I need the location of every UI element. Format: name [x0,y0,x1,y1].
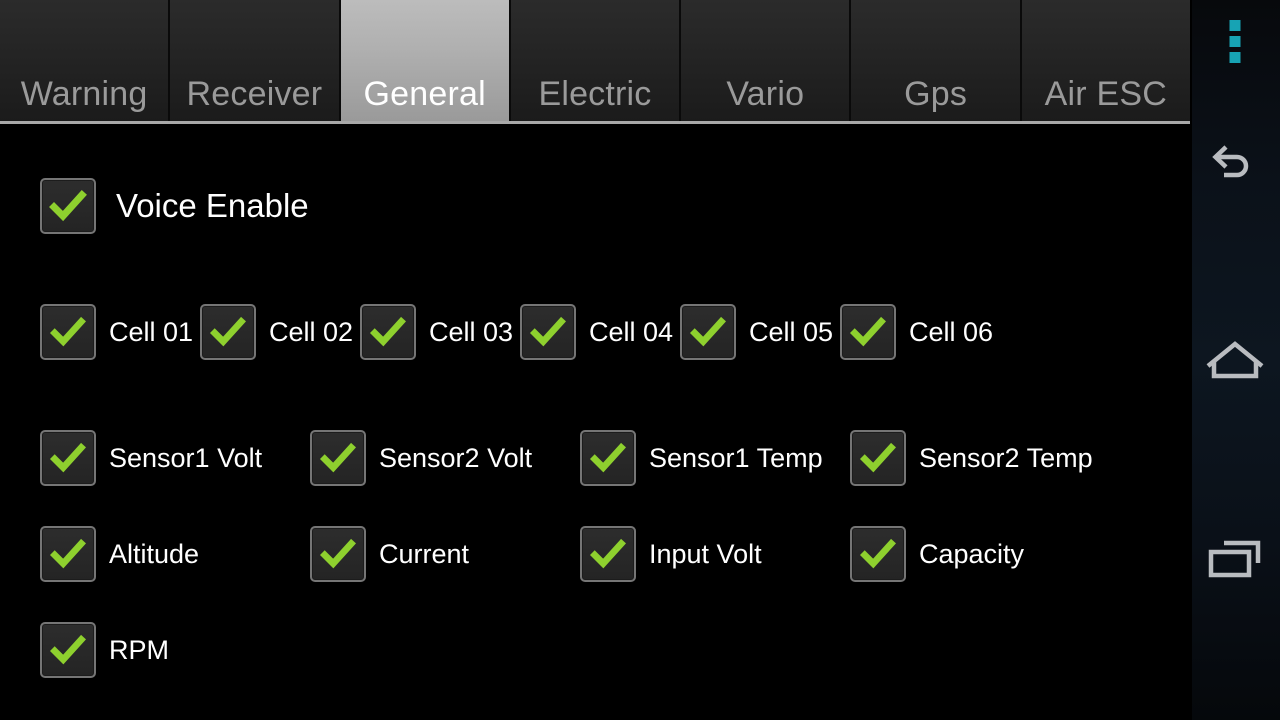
tab-warning[interactable]: Warning [0,0,171,121]
checkbox-label: Sensor2 Temp [919,442,1093,473]
checkbox-label: Altitude [109,538,200,569]
checkbox-sensor2-temp[interactable]: Sensor2 Temp [850,430,1093,486]
checkbox-cell-01[interactable]: Cell 01 [40,304,200,360]
checkbox-voice-enable[interactable]: Voice Enable [40,178,309,234]
checkbox-label: Sensor1 Volt [109,442,263,473]
checkbox-label: Capacity [919,538,1025,569]
checkbox-label: Cell 02 [269,316,354,347]
checkmark-icon[interactable] [40,304,96,360]
tab-label: General [363,75,486,114]
overflow-dot [1229,36,1241,47]
tab-electric[interactable]: Electric [510,0,682,121]
tab-general[interactable]: General [340,0,511,121]
checkmark-icon[interactable] [310,526,366,582]
checkbox-current[interactable]: Current [310,526,580,582]
tab-label: Receiver [186,75,323,114]
checkbox-cell-04[interactable]: Cell 04 [520,304,680,360]
app-window: Warning Receiver General Electric Vario … [0,0,1190,720]
checkmark-icon[interactable] [520,304,576,360]
checkbox-sensor2-volt[interactable]: Sensor2 Volt [310,430,580,486]
checkmark-icon[interactable] [580,430,636,486]
checkbox-label: Cell 01 [109,316,194,347]
checkbox-cell-02[interactable]: Cell 02 [200,304,360,360]
checkbox-sensor1-temp[interactable]: Sensor1 Temp [580,430,850,486]
checkmark-icon[interactable] [850,526,906,582]
checkmark-icon[interactable] [200,304,256,360]
checkbox-label: Sensor1 Temp [649,442,823,473]
checkbox-label: Cell 04 [589,316,674,347]
voice-enable-row: Voice Enable [40,178,309,234]
overflow-menu-icon[interactable] [1229,20,1241,63]
tab-label: Air ESC [1044,75,1167,114]
checkbox-label: Input Volt [649,538,762,569]
tab-gps[interactable]: Gps [851,0,1022,121]
checkbox-capacity[interactable]: Capacity [850,526,1024,582]
checkbox-cell-03[interactable]: Cell 03 [360,304,520,360]
tab-label: Electric [538,75,652,114]
checkbox-label: Cell 06 [909,316,994,347]
checkbox-label: RPM [109,634,169,665]
tab-label: Vario [726,75,805,114]
tab-bar: Warning Receiver General Electric Vario … [0,0,1190,124]
checkbox-label: Cell 03 [429,316,514,347]
checkbox-cell-05[interactable]: Cell 05 [680,304,840,360]
home-icon [1206,341,1264,379]
recents-icon [1208,540,1261,578]
checkmark-icon[interactable] [40,526,96,582]
checkmark-icon[interactable] [40,622,96,678]
tab-label: Gps [904,75,968,114]
checkmark-icon[interactable] [40,430,96,486]
misc-row: RPM [40,622,169,678]
tab-receiver[interactable]: Receiver [170,0,341,121]
checkmark-icon[interactable] [850,430,906,486]
sensors-row: Sensor1 Volt Sensor2 Volt Sensor1 Temp S… [40,430,1093,486]
checkbox-label: Cell 05 [749,316,834,347]
home-button[interactable] [1190,305,1280,415]
checkbox-sensor1-volt[interactable]: Sensor1 Volt [40,430,310,486]
checkmark-icon[interactable] [680,304,736,360]
checkbox-input-volt[interactable]: Input Volt [580,526,850,582]
checkbox-label: Sensor2 Volt [379,442,533,473]
checkbox-cell-06[interactable]: Cell 06 [840,304,993,360]
checkbox-rpm[interactable]: RPM [40,622,169,678]
checkmark-icon[interactable] [840,304,896,360]
checkmark-icon[interactable] [40,178,96,234]
checkbox-label: Voice Enable [116,187,309,224]
checkmark-icon[interactable] [580,526,636,582]
cells-row: Cell 01 Cell 02 Cell 03 Cell 04 Cell 05 … [40,304,993,360]
tab-label: Warning [20,75,148,114]
tab-vario[interactable]: Vario [681,0,852,121]
back-button[interactable] [1190,110,1280,220]
telemetry-row: Altitude Current Input Volt Capacity [40,526,1024,582]
android-navigation-bar [1190,0,1280,720]
checkbox-altitude[interactable]: Altitude [40,526,310,582]
overflow-dot [1229,20,1241,31]
back-icon [1212,145,1249,178]
overflow-dot [1229,52,1241,63]
settings-panel: Voice Enable Cell 01 Cell 02 Cell 03 Cel… [0,124,1190,717]
checkmark-icon[interactable] [360,304,416,360]
recent-apps-button[interactable] [1190,505,1280,615]
checkmark-icon[interactable] [310,430,366,486]
tab-air-esc[interactable]: Air ESC [1021,0,1190,121]
checkbox-label: Current [379,538,470,569]
